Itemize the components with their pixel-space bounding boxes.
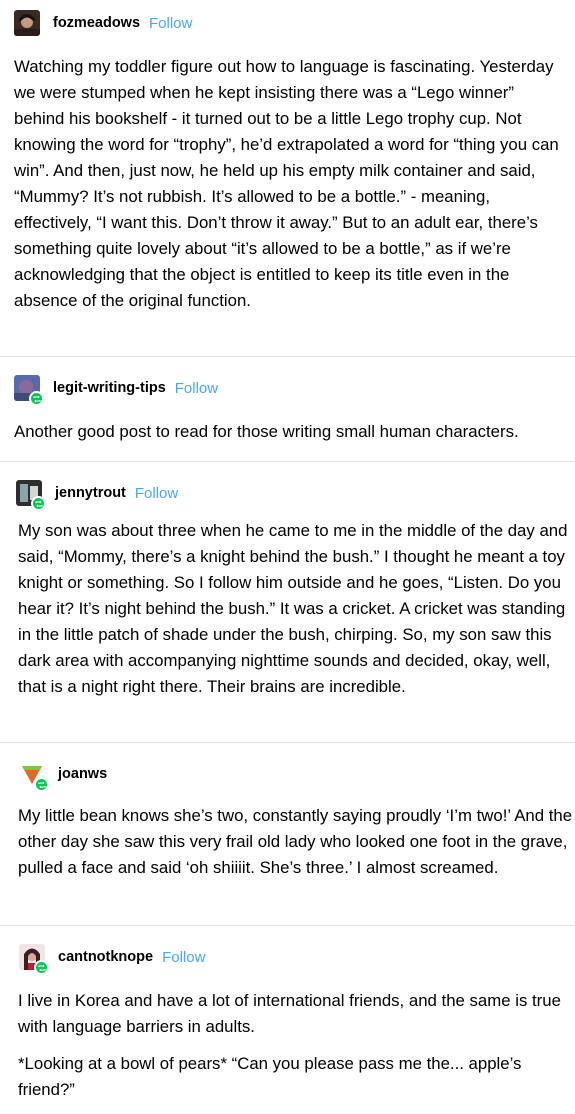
username[interactable]: fozmeadows bbox=[53, 15, 140, 31]
post-paragraph: Another good post to read for those writ… bbox=[14, 422, 519, 441]
follow-button[interactable]: Follow bbox=[175, 380, 218, 397]
post-cantnotknope: cantnotknope Follow I live in Korea and … bbox=[0, 926, 575, 1109]
post-body: Watching my toddler figure out how to la… bbox=[14, 54, 562, 325]
post-header: legit-writing-tips Follow bbox=[14, 375, 218, 406]
avatar-image bbox=[14, 10, 40, 36]
post-body: My little bean knows she’s two, constant… bbox=[18, 803, 573, 892]
username[interactable]: legit-writing-tips bbox=[53, 380, 166, 396]
post-paragraph: My little bean knows she’s two, constant… bbox=[18, 806, 573, 877]
post-jennytrout: jennytrout Follow My son was about three… bbox=[0, 462, 575, 743]
post-paragraph: Watching my toddler figure out how to la… bbox=[14, 57, 559, 310]
reblog-arrows-icon bbox=[31, 496, 46, 511]
avatar-cantnotknope[interactable] bbox=[19, 944, 49, 975]
avatar-joanws[interactable] bbox=[19, 761, 49, 792]
post-legit-writing-tips: legit-writing-tips Follow Another good p… bbox=[0, 357, 575, 462]
post-header: jennytrout Follow bbox=[16, 480, 178, 511]
follow-button[interactable]: Follow bbox=[135, 485, 178, 502]
post-header: fozmeadows Follow bbox=[14, 10, 192, 36]
avatar-legit-writing-tips[interactable] bbox=[14, 375, 44, 406]
post-paragraph: I live in Korea and have a lot of intern… bbox=[18, 991, 561, 1036]
post-paragraph: My son was about three when he came to m… bbox=[18, 521, 568, 696]
follow-button[interactable]: Follow bbox=[149, 15, 192, 32]
reblog-arrows-icon bbox=[34, 960, 49, 975]
avatar-fozmeadows[interactable] bbox=[14, 10, 40, 36]
post-header: cantnotknope Follow bbox=[19, 944, 205, 975]
username[interactable]: joanws bbox=[58, 766, 107, 782]
reblog-arrows-icon bbox=[29, 391, 44, 406]
reblog-arrows-icon bbox=[34, 777, 49, 792]
follow-button[interactable]: Follow bbox=[162, 949, 205, 966]
avatar-jennytrout[interactable] bbox=[16, 480, 46, 511]
post-header: joanws bbox=[19, 761, 107, 792]
post-body: My son was about three when he came to m… bbox=[18, 518, 573, 711]
post-body: I live in Korea and have a lot of intern… bbox=[18, 988, 573, 1114]
username[interactable]: cantnotknope bbox=[58, 949, 153, 965]
post-joanws: joanws My little bean knows she’s two, c… bbox=[0, 743, 575, 926]
post-fozmeadows: fozmeadows Follow Watching my toddler fi… bbox=[0, 0, 575, 357]
post-paragraph: *Looking at a bowl of pears* “Can you pl… bbox=[18, 1054, 522, 1099]
post-body: Another good post to read for those writ… bbox=[14, 419, 562, 456]
username[interactable]: jennytrout bbox=[55, 485, 126, 501]
